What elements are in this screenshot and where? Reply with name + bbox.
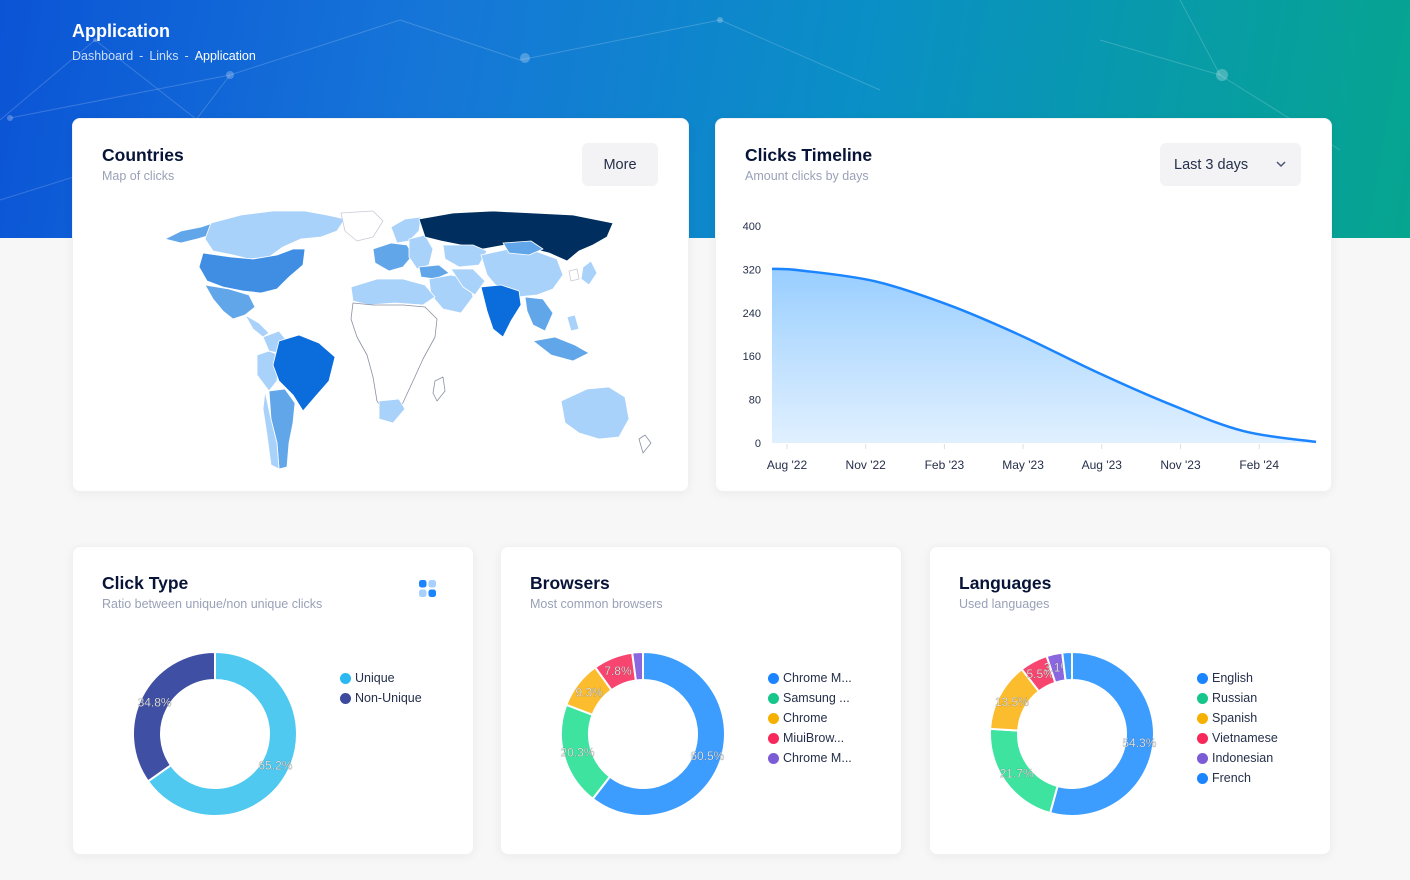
- donut-slice-label: 54.3%: [1122, 736, 1156, 750]
- donut-slice-label: 60.5%: [690, 749, 724, 763]
- legend-label: Russian: [1212, 691, 1258, 705]
- y-tick-label: 400: [743, 221, 761, 233]
- legend-dot: [768, 752, 779, 764]
- map-region-japan: [580, 260, 598, 286]
- legend-label: Samsung ...: [783, 691, 850, 705]
- legend-dot: [1197, 692, 1208, 704]
- legend-label: MiuiBrow...: [783, 731, 845, 745]
- map-region-central-america: [244, 314, 270, 338]
- x-tick-label: Nov '23: [1160, 458, 1201, 472]
- legend-label: English: [1212, 671, 1253, 685]
- legend-item-miui[interactable]: MiuiBrow...: [768, 728, 852, 748]
- legend-dot: [768, 672, 779, 684]
- y-tick-label: 0: [755, 438, 761, 450]
- map-region-southeast-asia: [524, 296, 554, 332]
- map-region-south-africa: [378, 398, 406, 424]
- timeline-area-fill: [772, 268, 1316, 443]
- legend-dot: [1197, 752, 1208, 764]
- browsers-legend: Chrome M... Samsung ... Chrome MiuiBrow.…: [768, 668, 852, 768]
- click-type-card: Click Type Ratio between unique/non uniq…: [72, 546, 474, 855]
- x-tick-label: Feb '23: [925, 458, 965, 472]
- donut-slice-label: 34.8%: [138, 696, 172, 710]
- legend-label: Chrome M...: [783, 671, 852, 685]
- legend-dot: [1197, 672, 1208, 684]
- y-tick-label: 80: [749, 395, 761, 407]
- map-region-canada: [204, 210, 346, 260]
- donut-slice-label: 7.8%: [604, 664, 632, 678]
- breadcrumb-item-application: Application: [194, 49, 256, 63]
- x-tick-label: Aug '22: [767, 458, 808, 472]
- donut-slice-label: 13.5%: [995, 695, 1029, 709]
- languages-legend: English Russian Spanish Vietnamese Indon…: [1197, 668, 1278, 788]
- legend-item-chrome-mobile-2[interactable]: Chrome M...: [768, 748, 852, 768]
- map-region-madagascar: [432, 376, 446, 402]
- y-tick-label: 160: [743, 351, 761, 363]
- breadcrumb: Dashboard - Links - Application: [72, 49, 256, 63]
- legend-item-english[interactable]: English: [1197, 668, 1278, 688]
- browsers-card: Browsers Most common browsers 60.5% 20.3%…: [500, 546, 902, 855]
- clicks-timeline-chart: 0 80 160 240 320 400 Aug '22 Nov '22 Feb '23 May …: [743, 221, 1317, 472]
- legend-item-unique[interactable]: Unique: [340, 668, 422, 688]
- x-tick-label: Nov '22: [846, 458, 887, 472]
- legend-label: Spanish: [1212, 711, 1258, 725]
- map-region-indonesia: [532, 336, 590, 362]
- legend-dot: [768, 732, 779, 744]
- legend-item-non-unique[interactable]: Non-Unique: [340, 688, 422, 708]
- breadcrumb-separator: -: [139, 49, 144, 63]
- click-type-legend: Unique Non-Unique: [340, 668, 422, 708]
- legend-item-vietnamese[interactable]: Vietnamese: [1197, 728, 1278, 748]
- map-region-africa: [350, 302, 438, 416]
- languages-card: Languages Used languages 54.3% 21.7% 13.5%…: [929, 546, 1331, 855]
- clicks-timeline-card: Clicks Timeline Amount clicks by days La…: [715, 118, 1332, 492]
- legend-dot: [1197, 712, 1208, 724]
- donut-slice-label: 21.7%: [1000, 766, 1034, 780]
- legend-label: French: [1212, 771, 1251, 785]
- world-map[interactable]: [73, 119, 690, 493]
- x-tick-label: May '23: [1002, 458, 1044, 472]
- map-region-greenland: [340, 210, 384, 242]
- legend-label: Vietnamese: [1212, 731, 1278, 745]
- breadcrumb-separator: -: [184, 49, 189, 63]
- donut-slice[interactable]: [132, 650, 216, 783]
- legend-item-french[interactable]: French: [1197, 768, 1278, 788]
- legend-dot: [768, 692, 779, 704]
- legend-item-indonesian[interactable]: Indonesian: [1197, 748, 1278, 768]
- legend-label: Chrome: [783, 711, 828, 725]
- legend-dot: [1197, 772, 1208, 784]
- map-region-korea: [568, 268, 580, 282]
- legend-dot: [340, 672, 351, 684]
- map-region-philippines: [566, 314, 580, 332]
- map-region-new-zealand: [638, 434, 652, 454]
- breadcrumb-item-dashboard[interactable]: Dashboard: [72, 49, 133, 63]
- y-tick-label: 240: [743, 308, 761, 320]
- legend-item-chrome-mobile[interactable]: Chrome M...: [768, 668, 852, 688]
- map-region-kazakhstan: [442, 244, 488, 268]
- legend-item-spanish[interactable]: Spanish: [1197, 708, 1278, 728]
- page-title: Application: [72, 21, 170, 41]
- legend-dot: [768, 712, 779, 724]
- donut-slice-label: 9.3%: [575, 685, 603, 699]
- y-tick-label: 320: [743, 264, 761, 276]
- countries-card: Countries Map of clicks More: [72, 118, 689, 492]
- legend-label: Unique: [355, 671, 395, 685]
- map-region-eastern-europe: [408, 234, 434, 270]
- legend-item-chrome[interactable]: Chrome: [768, 708, 852, 728]
- legend-label: Indonesian: [1212, 751, 1274, 765]
- legend-item-samsung[interactable]: Samsung ...: [768, 688, 852, 708]
- map-region-north-africa: [350, 278, 436, 306]
- legend-label: Non-Unique: [355, 691, 422, 705]
- legend-dot: [1197, 732, 1208, 744]
- x-tick-label: Aug '23: [1082, 458, 1123, 472]
- map-region-western-europe: [372, 242, 414, 272]
- breadcrumb-item-links[interactable]: Links: [149, 49, 178, 63]
- legend-label: Chrome M...: [783, 751, 852, 765]
- donut-slice-label: 65.2%: [258, 758, 292, 772]
- map-region-australia: [560, 386, 630, 440]
- x-tick-label: Feb '24: [1239, 458, 1279, 472]
- donut-slice-label: 20.3%: [561, 745, 595, 759]
- legend-item-russian[interactable]: Russian: [1197, 688, 1278, 708]
- legend-dot: [340, 692, 351, 704]
- map-region-india: [480, 284, 522, 338]
